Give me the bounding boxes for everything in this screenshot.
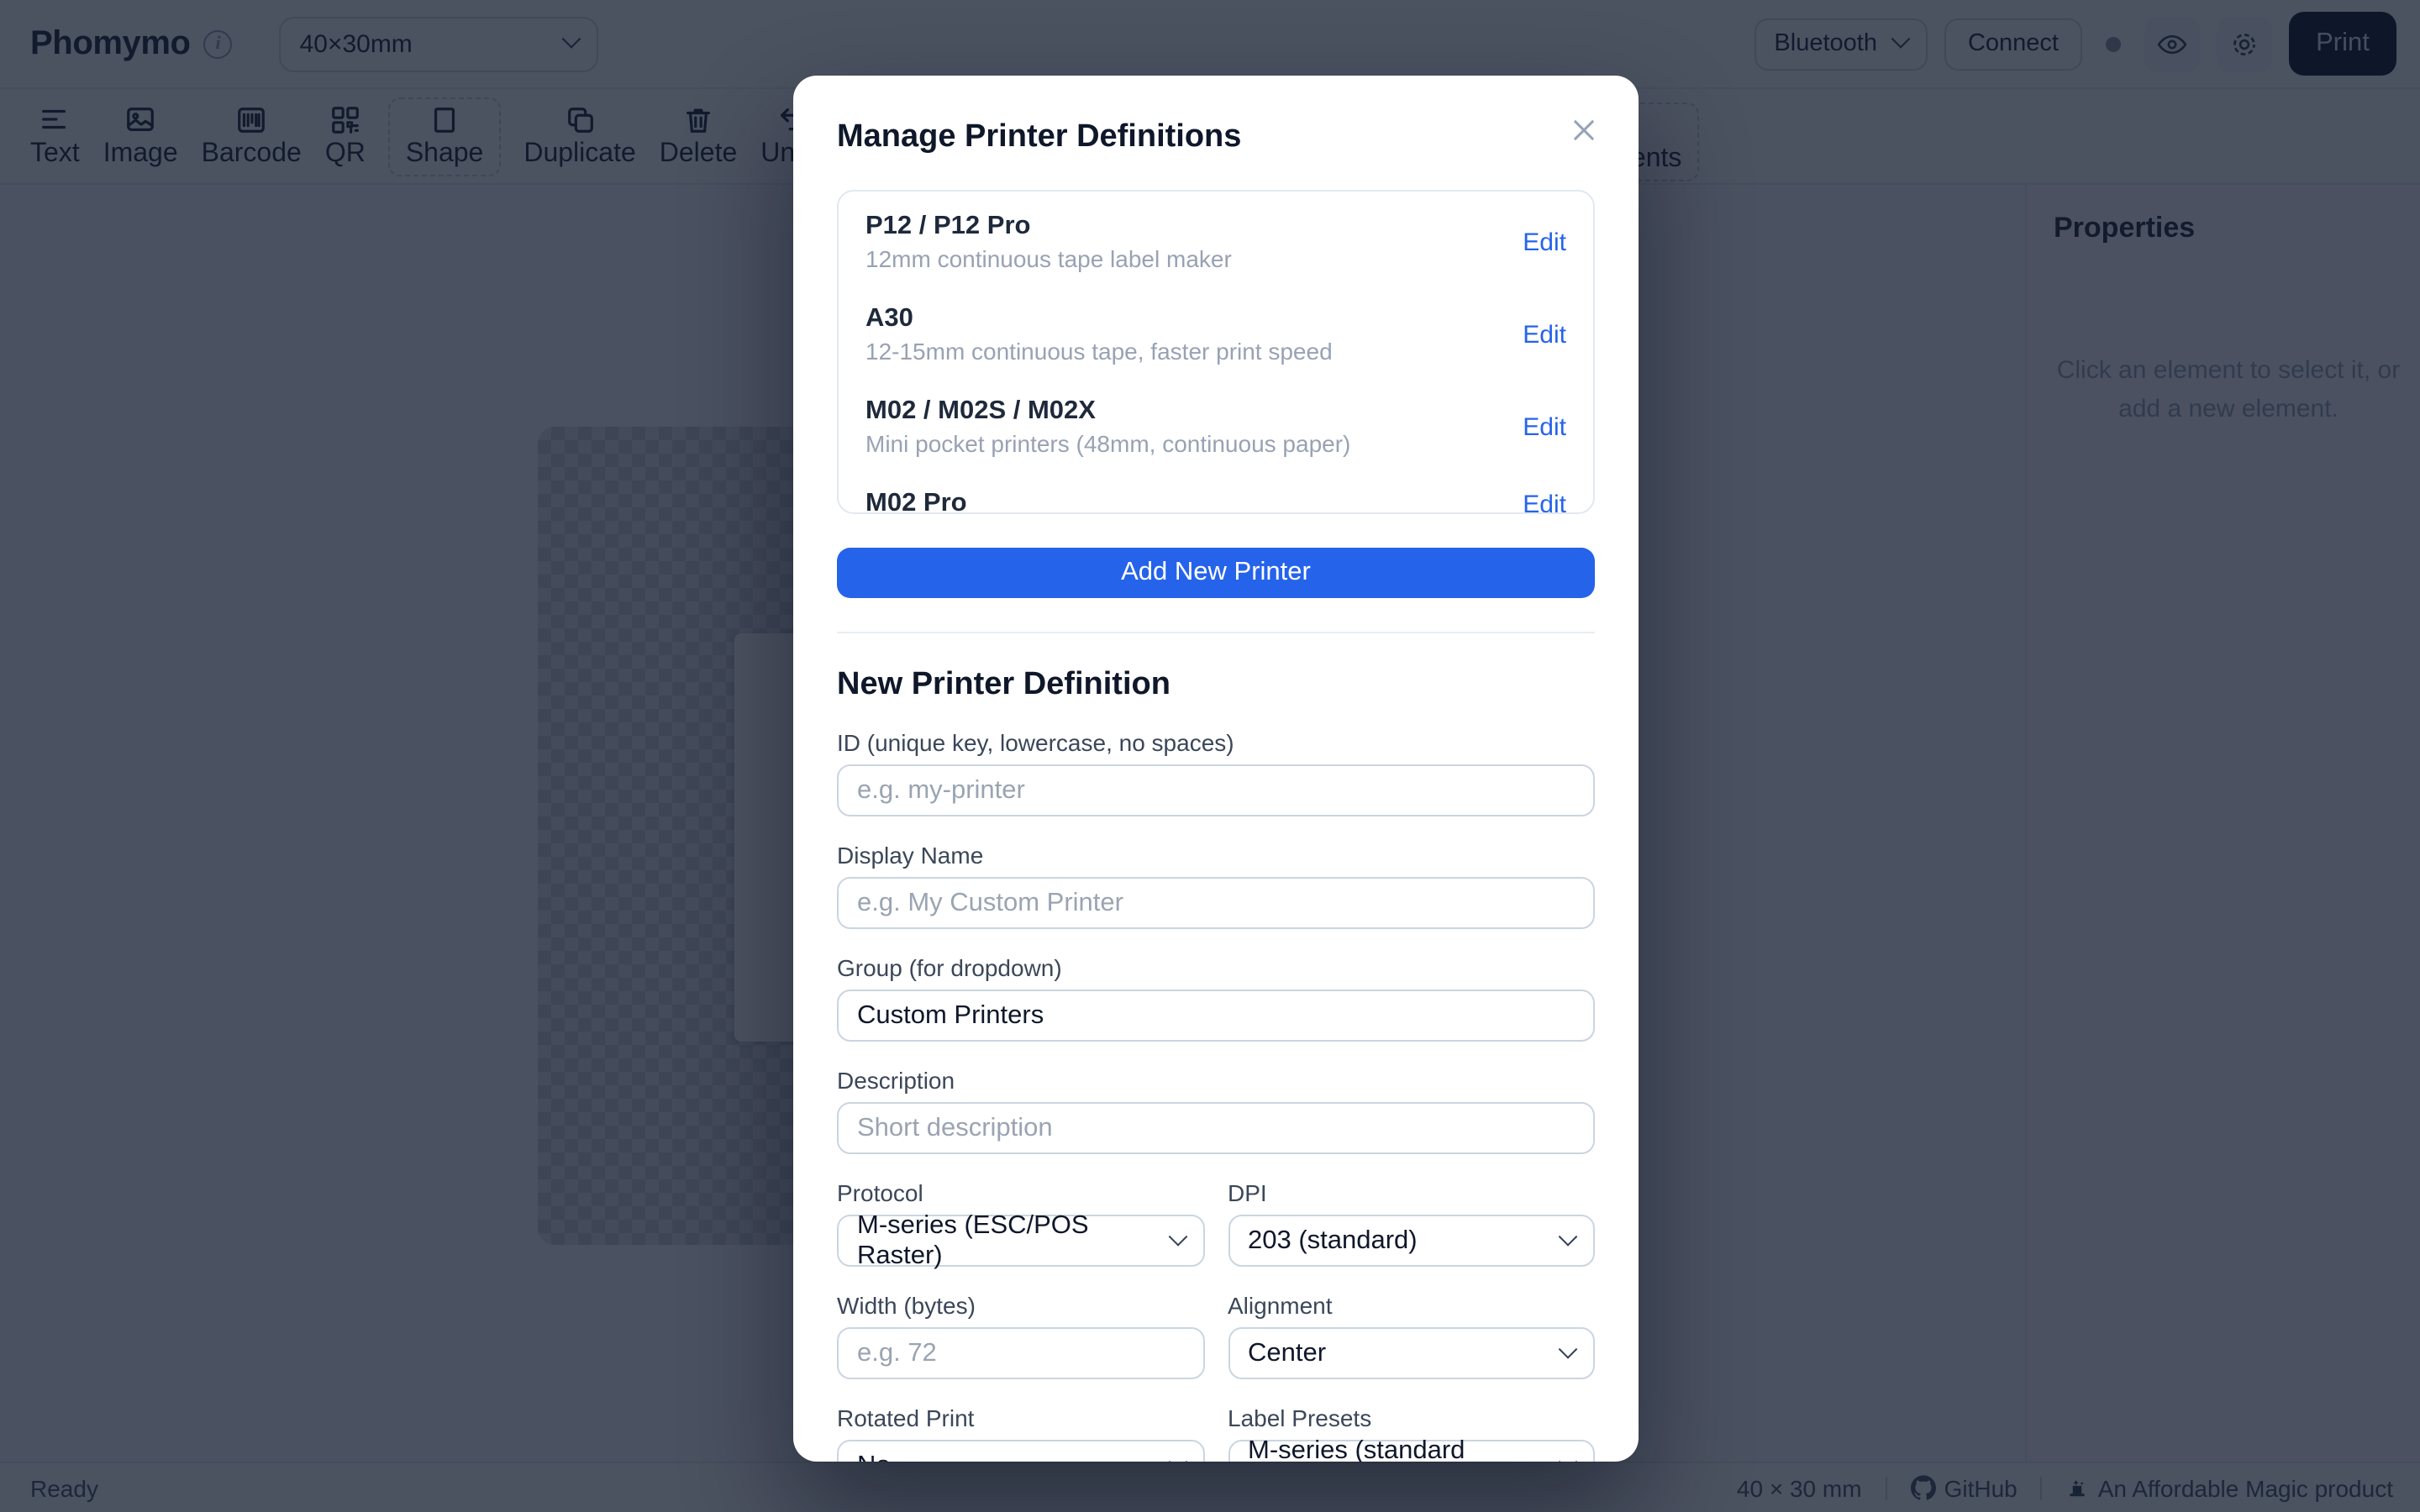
printer-row: M02 Pro Edit [839, 469, 1593, 514]
protocol-select[interactable]: M-series (ESC/POS Raster) [837, 1215, 1204, 1267]
add-new-printer-button[interactable]: Add New Printer [837, 548, 1595, 598]
rotated-print-label: Rotated Print [837, 1404, 1204, 1433]
chevron-down-icon [1559, 1452, 1578, 1462]
printer-name: P12 / P12 Pro [865, 210, 1232, 242]
printer-description: 12-15mm continuous tape, faster print sp… [865, 338, 1333, 366]
edit-printer-link[interactable]: Edit [1523, 320, 1566, 349]
width-bytes-label: Width (bytes) [837, 1292, 1204, 1320]
description-input[interactable] [837, 1102, 1595, 1154]
new-printer-form-title: New Printer Definition [837, 667, 1595, 704]
modal-title: Manage Printer Definitions [837, 119, 1241, 156]
group-input[interactable] [837, 990, 1595, 1042]
dpi-select[interactable]: 203 (standard) [1228, 1215, 1595, 1267]
close-button[interactable] [1570, 116, 1598, 153]
label-presets-label: Label Presets [1228, 1404, 1595, 1433]
edit-printer-link[interactable]: Edit [1523, 412, 1566, 441]
printer-description: 12mm continuous tape label maker [865, 245, 1232, 274]
chevron-down-icon [1559, 1339, 1578, 1358]
id-input[interactable] [837, 764, 1595, 816]
screen: Phomymo i 40×30mm Bluetooth Connect [0, 0, 2420, 1512]
dpi-label: DPI [1228, 1179, 1595, 1208]
alignment-select[interactable]: Center [1228, 1327, 1595, 1379]
display-name-label: Display Name [837, 842, 1595, 870]
chevron-down-icon [1168, 1452, 1187, 1462]
group-label: Group (for dropdown) [837, 954, 1595, 983]
printer-description: Mini pocket printers (48mm, continuous p… [865, 430, 1350, 459]
divider [837, 632, 1595, 633]
printer-row: M02 / M02S / M02X Mini pocket printers (… [839, 376, 1593, 469]
printer-row: P12 / P12 Pro 12mm continuous tape label… [839, 192, 1593, 284]
display-name-input[interactable] [837, 877, 1595, 929]
printer-name: M02 / M02S / M02X [865, 395, 1350, 427]
protocol-label: Protocol [837, 1179, 1204, 1208]
id-label: ID (unique key, lowercase, no spaces) [837, 729, 1595, 758]
printer-name: A30 [865, 302, 1333, 334]
close-icon [1570, 116, 1598, 144]
rotated-print-select[interactable]: No [837, 1440, 1204, 1462]
description-label: Description [837, 1067, 1595, 1095]
edit-printer-link[interactable]: Edit [1523, 491, 1566, 514]
chevron-down-icon [1168, 1226, 1187, 1246]
manage-printers-modal: Manage Printer Definitions P12 / P12 Pro… [793, 76, 1639, 1462]
width-bytes-input[interactable] [837, 1327, 1204, 1379]
alignment-label: Alignment [1228, 1292, 1595, 1320]
printer-list: P12 / P12 Pro 12mm continuous tape label… [837, 190, 1595, 514]
printer-row: A30 12-15mm continuous tape, faster prin… [839, 284, 1593, 376]
edit-printer-link[interactable]: Edit [1523, 228, 1566, 256]
label-presets-select[interactable]: M-series (standard labels) [1228, 1440, 1595, 1462]
printer-name: M02 Pro [865, 487, 967, 514]
chevron-down-icon [1559, 1226, 1578, 1246]
